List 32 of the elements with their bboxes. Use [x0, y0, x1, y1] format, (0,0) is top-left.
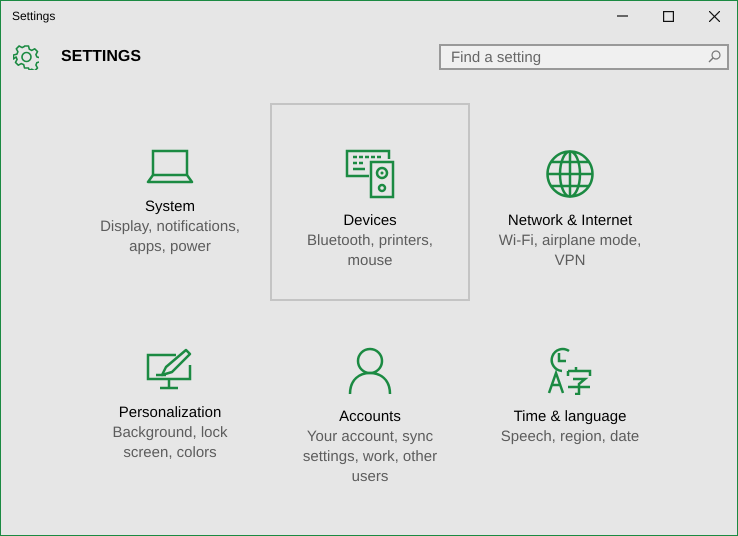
monitor-brush-icon [146, 347, 194, 391]
person-icon [348, 347, 392, 395]
page-title: SETTINGS [61, 48, 142, 66]
settings-icon [13, 44, 39, 70]
settings-category-tile[interactable]: System Display, notifications, apps, power [70, 103, 270, 301]
settings-category-tile[interactable]: Network & Internet Wi-Fi, airplane mode, VPN [470, 103, 670, 301]
tile-title: Devices [343, 211, 397, 231]
tile-description: Background, lock screen, colors [111, 423, 229, 463]
close-icon [708, 10, 720, 22]
tile-description: Your account, sync settings, work, other users [302, 427, 438, 487]
globe-icon [545, 149, 595, 199]
tile-title: System [144, 197, 195, 217]
tile-description: Bluetooth, printers, mouse [306, 231, 434, 271]
tile-title: Accounts [339, 407, 401, 427]
laptop-icon [146, 149, 194, 185]
search-field[interactable]: Find a setting [439, 44, 729, 70]
tile-title: Personalization [118, 403, 222, 423]
settings-category-tile[interactable]: Devices Bluetooth, printers, mouse [270, 103, 470, 301]
clock-language-icon [546, 347, 594, 395]
settings-category-tile[interactable]: Accounts Your account, sync settings, work, other users [270, 301, 470, 499]
window-title: Settings [12, 9, 56, 23]
minimize-icon [616, 15, 628, 17]
tile-title: Time & language [514, 407, 626, 427]
tile-description: Display, notifications, apps, power [99, 217, 241, 257]
settings-category-tile[interactable]: Time & language Speech, region, date [470, 301, 670, 499]
maximize-icon [662, 10, 674, 22]
tile-title: Network & Internet [508, 211, 632, 231]
settings-category-tile[interactable]: Personalization Background, lock screen, colors [70, 301, 270, 499]
search-icon [708, 50, 721, 63]
tile-description: Wi-Fi, airplane mode, VPN [498, 231, 642, 271]
keyboard-and-speaker-icon [345, 149, 395, 199]
tile-description: Speech, region, date [500, 427, 640, 447]
